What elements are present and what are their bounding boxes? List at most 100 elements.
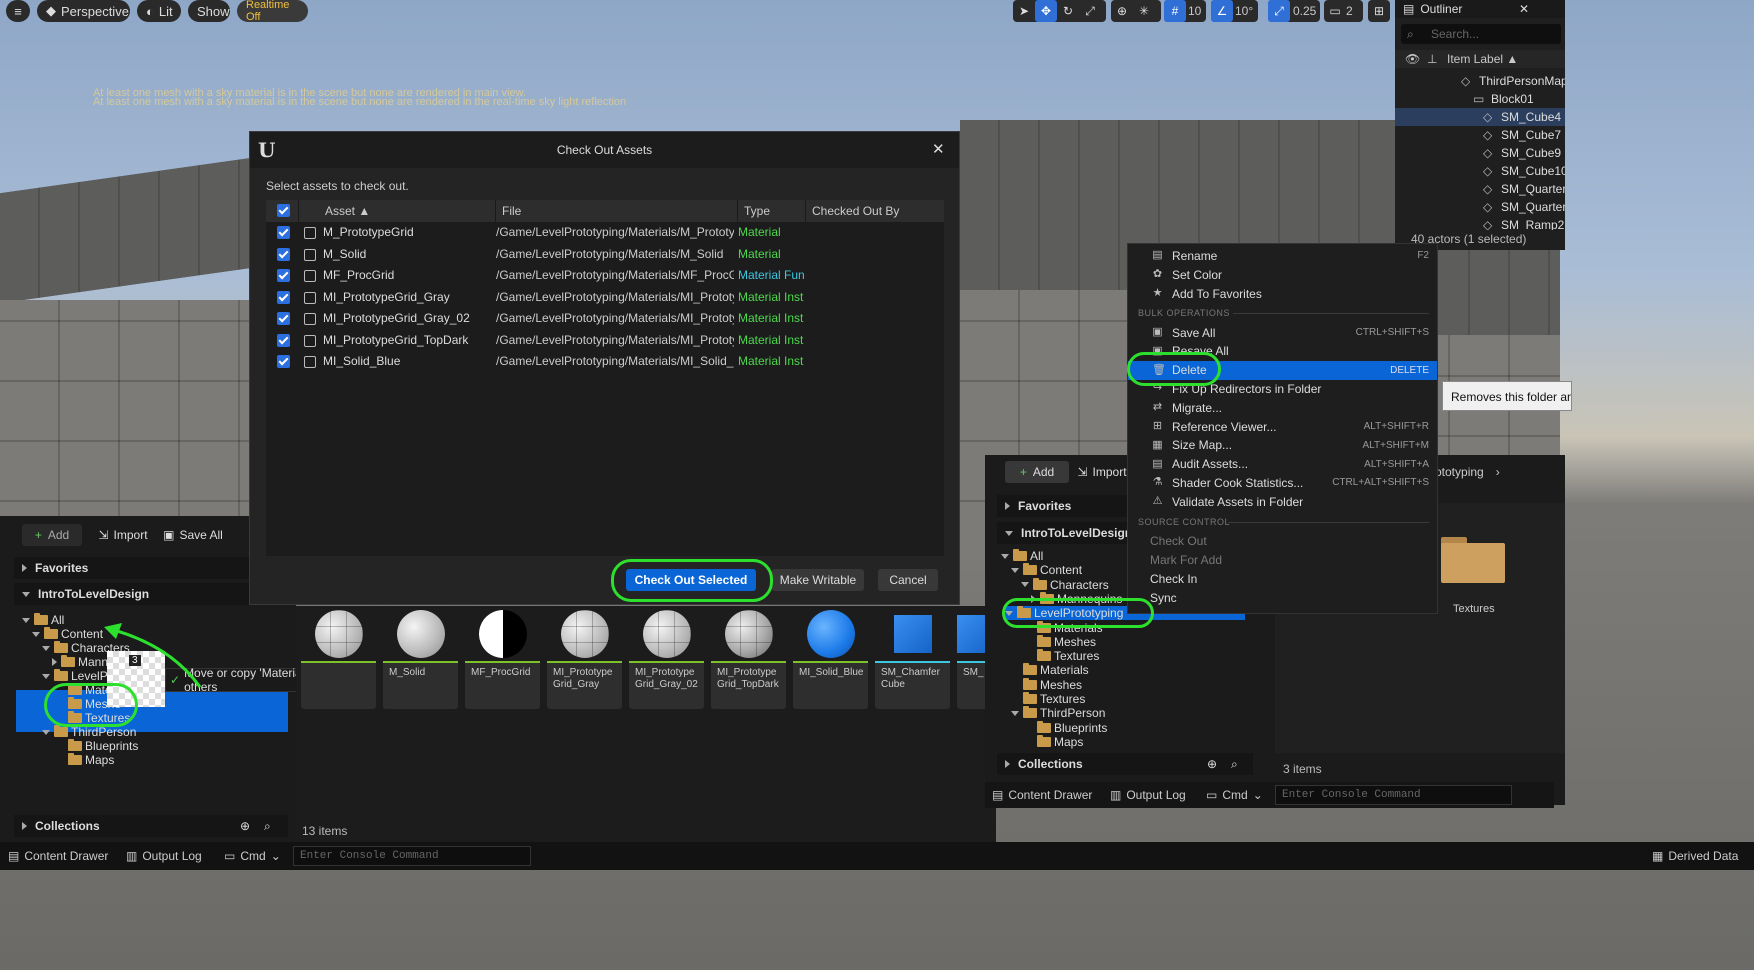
menu-item-migrate[interactable]: ⇄ Migrate... xyxy=(1128,398,1437,417)
item-label-column[interactable]: Item Label ▲ xyxy=(1447,52,1518,66)
surface-snap-icon[interactable]: ✳ xyxy=(1133,0,1155,22)
folder-tree-item[interactable]: ThirdPerson xyxy=(42,725,136,739)
menu-item-shader-cook-statistics[interactable]: ⚗ Shader Cook Statistics... CTRL+ALT+SHIFT… xyxy=(1128,473,1437,492)
add-button[interactable]: + Add xyxy=(22,524,82,546)
expand-arrow-icon[interactable] xyxy=(1011,567,1019,573)
folder-tree-item[interactable]: Textures xyxy=(1011,692,1085,706)
make-writable-button[interactable]: Make Writable xyxy=(772,569,864,591)
rotate-icon[interactable]: ↻ xyxy=(1057,0,1079,22)
row-checkbox[interactable] xyxy=(277,226,290,239)
cmd-dropdown[interactable]: ▭ Cmd ⌄ xyxy=(1206,788,1263,802)
folder-tree-item[interactable]: Maps xyxy=(56,753,114,767)
folder-tree-item[interactable]: ThirdPerson xyxy=(1011,706,1105,720)
collapse-arrow-icon[interactable] xyxy=(52,658,57,666)
outliner-row[interactable]: ◇ ThirdPersonMap xyxy=(1395,72,1565,90)
menu-item-mark-for-add[interactable]: Mark For Add xyxy=(1128,550,1437,569)
folder-tree-item[interactable]: Characters xyxy=(1021,577,1109,592)
outliner-row[interactable]: ◇ SM_Cube10 xyxy=(1395,162,1565,180)
folder-tree-item[interactable]: Meshes xyxy=(1011,677,1082,692)
folder-tile-label[interactable]: Textures xyxy=(1453,603,1495,615)
save-all-button[interactable]: ▣ Save All xyxy=(160,524,226,546)
close-icon[interactable]: ✕ xyxy=(932,140,945,158)
lit-button[interactable]: ◐ Lit xyxy=(137,0,181,22)
cmd-dropdown[interactable]: ▭ Cmd ⌄ xyxy=(224,849,281,863)
folder-tree-item[interactable]: All xyxy=(22,613,64,627)
outliner-row[interactable]: ◇ SM_Quarter xyxy=(1395,198,1565,216)
outliner-row[interactable]: ▭ Block01 xyxy=(1395,90,1555,108)
expand-arrow-icon[interactable] xyxy=(42,729,50,735)
import-button[interactable]: ⇲ Import xyxy=(92,524,154,546)
file-column[interactable]: File xyxy=(496,200,738,222)
output-log-button[interactable]: ▥ Output Log xyxy=(126,849,202,863)
console-input[interactable]: Enter Console Command xyxy=(293,846,531,866)
asset-tile[interactable]: M_Solid xyxy=(383,607,458,709)
row-checkbox[interactable] xyxy=(277,355,290,368)
breadcrumb[interactable]: ototyping › xyxy=(1435,465,1500,479)
checked-out-by-column[interactable]: Checked Out By xyxy=(806,200,944,222)
asset-tile[interactable]: SM_Chamfer Cube xyxy=(875,607,950,709)
table-row[interactable]: M_Solid/Game/LevelPrototyping/Materials/… xyxy=(266,244,944,265)
expand-arrow-icon[interactable] xyxy=(32,631,40,637)
realtime-off-button[interactable]: Realtime Off xyxy=(237,0,308,23)
folder-tree-item[interactable]: Materials xyxy=(1011,663,1089,677)
asset-tile[interactable]: MF_ProcGrid xyxy=(465,607,540,709)
row-checkbox[interactable] xyxy=(277,269,290,282)
folder-tile-icon[interactable] xyxy=(1441,537,1505,583)
menu-item-set-color[interactable]: ✿ Set Color xyxy=(1128,265,1437,284)
select-all-checkbox[interactable] xyxy=(277,204,290,217)
menu-item-audit-assets[interactable]: ▤ Audit Assets... ALT+SHIFT+A xyxy=(1128,455,1437,474)
expand-arrow-icon[interactable] xyxy=(42,673,50,679)
table-row[interactable]: M_PrototypeGrid/Game/LevelPrototyping/Ma… xyxy=(266,222,944,243)
asset-tile[interactable]: MI_Prototype Grid_TopDark xyxy=(711,607,786,709)
visibility-icon[interactable]: 👁 xyxy=(1405,52,1420,66)
folder-tree-item[interactable]: Blueprints xyxy=(56,739,138,753)
asset-column[interactable]: Asset ▲ xyxy=(319,200,496,222)
outliner-tab[interactable]: ▤ Outliner ✕ xyxy=(1395,0,1565,18)
menu-item-validate-assets-in-folder[interactable]: ⚠ Validate Assets in Folder xyxy=(1128,492,1437,511)
menu-item-rename[interactable]: ▤ Rename F2 xyxy=(1128,246,1437,265)
search-icon[interactable]: ⌕ xyxy=(1231,757,1238,772)
menu-item-save-all[interactable]: ▣ Save All CTRL+SHIFT+S xyxy=(1128,323,1437,342)
folder-tree-item[interactable]: All xyxy=(1001,549,1043,563)
row-checkbox[interactable] xyxy=(277,312,290,325)
derived-data-button[interactable]: ▦ Derived Data xyxy=(1652,849,1738,863)
content-drawer-button[interactable]: ▤ Content Drawer xyxy=(992,788,1092,802)
pin-icon[interactable]: ⊥ xyxy=(1427,52,1437,66)
folder-tree-item[interactable]: Blueprints xyxy=(1025,720,1107,735)
table-row[interactable]: MI_PrototypeGrid_Gray/Game/LevelPrototyp… xyxy=(266,287,944,308)
output-log-button[interactable]: ▥ Output Log xyxy=(1110,788,1186,802)
folder-tree-item[interactable]: Content xyxy=(1011,563,1082,577)
outliner-row[interactable]: ◇ SM_Quarter xyxy=(1395,180,1565,198)
grid-snap[interactable]: #10 xyxy=(1164,0,1206,22)
translate-icon[interactable]: ✥ xyxy=(1035,0,1057,22)
expand-arrow-icon[interactable] xyxy=(1001,553,1009,559)
asset-tile[interactable] xyxy=(301,607,376,709)
menu-item-add-to-favorites[interactable]: ★ Add To Favorites xyxy=(1128,284,1437,303)
outliner-search[interactable]: ⌕ Search... xyxy=(1401,24,1561,44)
expand-arrow-icon[interactable] xyxy=(22,617,30,623)
cancel-button[interactable]: Cancel xyxy=(878,569,938,591)
table-row[interactable]: MI_PrototypeGrid_Gray_02/Game/LevelProto… xyxy=(266,308,944,329)
expand-arrow-icon[interactable] xyxy=(1011,710,1019,716)
rotation-snap[interactable]: ∠ 10° xyxy=(1211,0,1258,22)
type-column[interactable]: Type xyxy=(738,200,806,222)
table-row[interactable]: MI_Solid_Blue/Game/LevelPrototyping/Mate… xyxy=(266,351,944,372)
expand-arrow-icon[interactable] xyxy=(1021,582,1029,588)
row-checkbox[interactable] xyxy=(277,290,290,304)
content-drawer-button[interactable]: ▤ Content Drawer xyxy=(8,849,108,863)
menu-item-check-in[interactable]: Check In xyxy=(1128,569,1437,588)
outliner-row[interactable]: ◇ SM_Ramp2 xyxy=(1395,216,1564,230)
folder-tree-item[interactable]: Maps xyxy=(1025,734,1083,749)
console-input[interactable]: Enter Console Command xyxy=(1275,785,1512,805)
asset-tile[interactable]: MI_Solid_Blue xyxy=(793,607,868,709)
row-checkbox[interactable] xyxy=(277,333,290,347)
search-icon[interactable]: ⌕ xyxy=(264,819,271,834)
close-icon[interactable]: ✕ xyxy=(1519,2,1529,16)
scale-icon[interactable]: ⤢ xyxy=(1079,0,1101,22)
world-icon[interactable]: ⊕ xyxy=(1111,0,1133,22)
table-row[interactable]: MF_ProcGrid/Game/LevelPrototyping/Materi… xyxy=(266,265,944,286)
folder-tree-item[interactable]: Textures xyxy=(1025,649,1099,663)
menu-item-sync[interactable]: Sync xyxy=(1128,588,1437,607)
row-checkbox[interactable] xyxy=(277,247,290,261)
perspective-button[interactable]: ◆ Perspective xyxy=(37,0,130,22)
